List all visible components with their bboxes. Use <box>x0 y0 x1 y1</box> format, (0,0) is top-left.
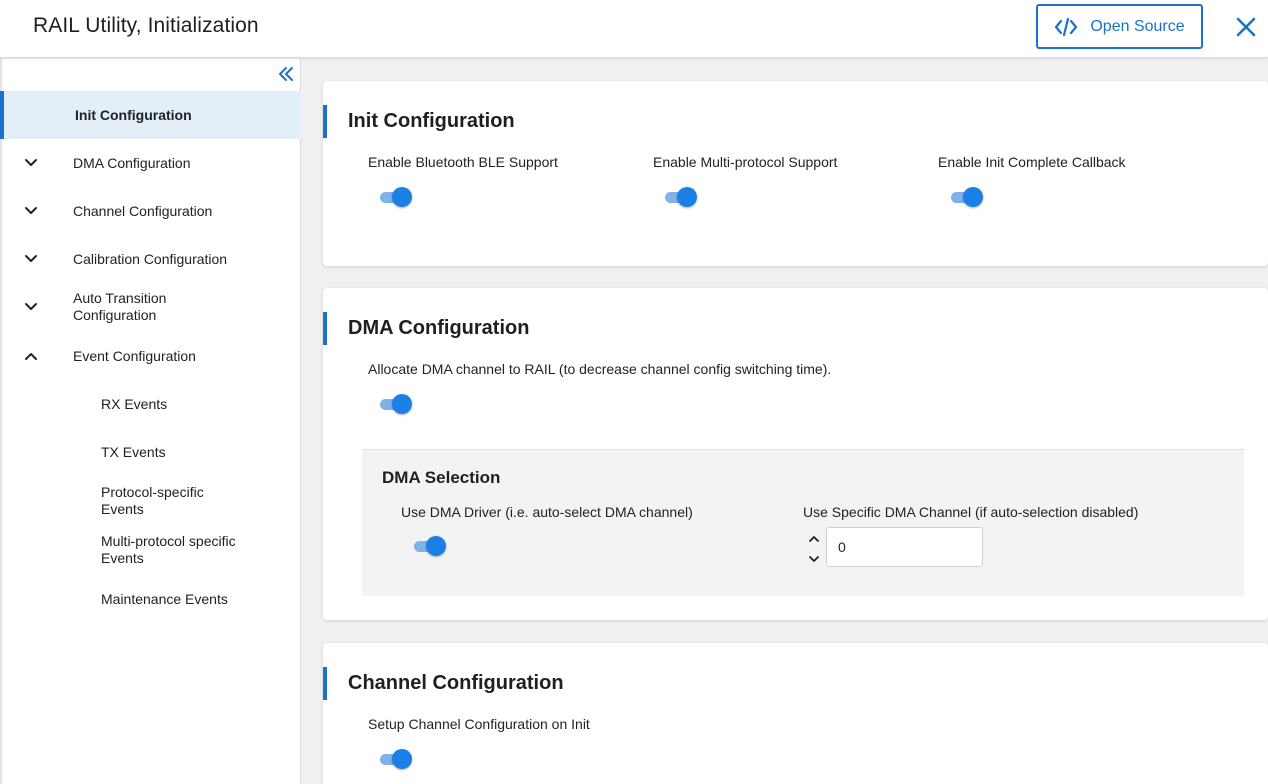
sidebar-item-multi-protocol-specific-events[interactable]: Multi-protocol specific Events <box>2 526 301 574</box>
sidebar-item-label: RX Events <box>101 395 168 412</box>
code-icon <box>1054 17 1078 37</box>
sidebar-item-label: Channel Configuration <box>73 202 213 219</box>
sidebar-item-label: TX Events <box>101 443 166 460</box>
sidebar-item-label: Protocol-specific Events <box>101 484 204 517</box>
init-configuration-card: Init Configuration Enable Bluetooth BLE … <box>323 81 1268 266</box>
dma-selection-panel: DMA Selection Use DMA Driver (i.e. auto-… <box>362 449 1244 596</box>
use-dma-driver-toggle[interactable] <box>412 535 448 557</box>
sidebar-nav: Init Configuration DMA Configuration Cha… <box>0 59 301 784</box>
chevron-down-icon[interactable] <box>23 155 39 171</box>
sidebar-item-tx-events[interactable]: TX Events <box>2 428 301 476</box>
chevron-down-icon[interactable] <box>23 299 39 315</box>
sidebar-item-calibration-configuration[interactable]: Calibration Configuration <box>2 235 301 283</box>
sidebar-item-label: Maintenance Events <box>101 590 228 607</box>
setup-channel-config-toggle[interactable] <box>378 748 414 770</box>
multi-protocol-toggle[interactable] <box>663 186 699 208</box>
chevron-down-icon[interactable] <box>23 203 39 219</box>
chevron-up-icon[interactable] <box>807 532 821 546</box>
subpanel-title: DMA Selection <box>382 468 501 487</box>
sidebar-item-dma-configuration[interactable]: DMA Configuration <box>2 139 301 187</box>
close-icon[interactable] <box>1233 14 1259 40</box>
field-label: Enable Init Complete Callback <box>938 154 1126 170</box>
sidebar-item-event-configuration[interactable]: Event Configuration <box>2 332 301 380</box>
sidebar-item-label: Multi-protocol specific Events <box>101 533 236 566</box>
field-label: Enable Bluetooth BLE Support <box>368 154 558 170</box>
sidebar-item-channel-configuration[interactable]: Channel Configuration <box>2 187 301 235</box>
ble-support-toggle[interactable] <box>378 186 414 208</box>
collapse-sidebar-icon[interactable] <box>276 64 296 84</box>
sidebar-item-label: Event Configuration <box>73 347 196 364</box>
sidebar-item-label: Auto Transition Configuration <box>73 290 167 323</box>
sidebar-item-auto-transition-configuration[interactable]: Auto Transition Configuration <box>2 283 301 331</box>
field-label: Enable Multi-protocol Support <box>653 154 838 170</box>
sidebar-item-maintenance-events[interactable]: Maintenance Events <box>2 575 301 623</box>
open-source-button[interactable]: Open Source <box>1036 4 1203 49</box>
init-complete-callback-toggle[interactable] <box>949 186 985 208</box>
open-source-label: Open Source <box>1090 17 1185 35</box>
quantity-stepper <box>807 528 821 568</box>
sidebar-item-rx-events[interactable]: RX Events <box>2 380 301 428</box>
field-label: Setup Channel Configuration on Init <box>368 716 590 732</box>
page-title: RAIL Utility, Initialization <box>33 14 259 37</box>
field-label: Allocate DMA channel to RAIL (to decreas… <box>368 361 832 377</box>
card-title: Channel Configuration <box>323 667 564 700</box>
sidebar-item-label: Calibration Configuration <box>73 250 228 267</box>
field-label: Use Specific DMA Channel (if auto-select… <box>803 504 1139 520</box>
chevron-down-icon[interactable] <box>807 552 821 566</box>
sidebar-item-label: DMA Configuration <box>73 154 191 171</box>
dma-configuration-card: DMA Configuration Allocate DMA channel t… <box>323 288 1268 620</box>
channel-configuration-card: Channel Configuration Setup Channel Conf… <box>323 643 1268 784</box>
sidebar-item-protocol-specific-events[interactable]: Protocol-specific Events <box>2 477 301 525</box>
sidebar-item-label: Init Configuration <box>75 106 192 123</box>
field-label: Use DMA Driver (i.e. auto-select DMA cha… <box>401 504 693 520</box>
allocate-dma-toggle[interactable] <box>378 393 414 415</box>
specific-dma-channel-input[interactable] <box>826 527 983 567</box>
card-title: DMA Configuration <box>323 312 529 345</box>
card-title: Init Configuration <box>323 105 515 138</box>
chevron-down-icon[interactable] <box>23 251 39 267</box>
sidebar-item-init-configuration[interactable]: Init Configuration <box>0 91 301 139</box>
chevron-up-icon[interactable] <box>23 348 39 364</box>
top-header: RAIL Utility, Initialization Open Source <box>0 0 1268 58</box>
